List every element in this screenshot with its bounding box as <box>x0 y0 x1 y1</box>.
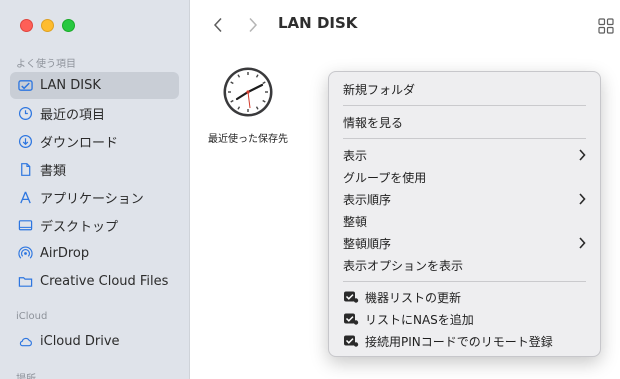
menu-item-label: 新規フォルダ <box>343 82 416 97</box>
menu-item-view[interactable]: 表示 <box>329 144 600 166</box>
clock-icon <box>222 66 274 118</box>
menu-item-clean-up-by[interactable]: 整頓順序 <box>329 232 600 254</box>
sidebar: よく使う項目 LAN DISK 最近の項目 ダウンロード 書類 アプリケーション <box>0 0 190 379</box>
sidebar-item-label: Creative Cloud Files <box>40 274 169 289</box>
sidebar-item-label: AirDrop <box>40 246 90 261</box>
nas-drive-icon <box>343 290 359 304</box>
sidebar-item-label: LAN DISK <box>40 78 101 93</box>
desktop-icon <box>17 218 33 234</box>
sidebar-item-recents[interactable]: 最近の項目 <box>10 100 179 127</box>
menu-item-label: 整頓 <box>343 214 368 229</box>
sidebar-item-label: ダウンロード <box>40 136 119 151</box>
document-icon <box>17 162 33 178</box>
sidebar-item-label: iCloud Drive <box>40 334 120 349</box>
minimize-window-button[interactable] <box>41 19 54 32</box>
chevron-right-icon <box>579 149 586 161</box>
menu-item-sort-by[interactable]: 表示順序 <box>329 188 600 210</box>
menu-item-label: リストにNASを追加 <box>365 312 474 327</box>
sidebar-item-airdrop[interactable]: AirDrop <box>10 240 179 267</box>
nas-drive-icon <box>17 78 33 94</box>
sidebar-item-downloads[interactable]: ダウンロード <box>10 128 179 155</box>
menu-item-clean-up[interactable]: 整頓 <box>329 210 600 232</box>
menu-separator <box>343 105 586 106</box>
chevron-left-icon <box>213 17 222 33</box>
sidebar-item-label: アプリケーション <box>40 192 144 207</box>
menu-separator <box>343 138 586 139</box>
menu-item-label: 表示順序 <box>343 192 392 207</box>
sidebar-item-lan-disk[interactable]: LAN DISK <box>10 72 179 99</box>
nas-drive-icon <box>343 334 359 348</box>
menu-item-label: 表示オプションを表示 <box>343 258 464 273</box>
menu-item-label: 表示 <box>343 148 368 163</box>
menu-item-label: グループを使用 <box>343 170 427 185</box>
menu-separator <box>343 281 586 282</box>
icloud-section-title: iCloud <box>16 311 48 322</box>
window-title: LAN DISK <box>278 14 358 32</box>
airdrop-icon <box>17 246 33 262</box>
back-button[interactable] <box>210 15 226 35</box>
sidebar-item-documents[interactable]: 書類 <box>10 156 179 183</box>
menu-item-label: 接続用PINコードでのリモート登録 <box>365 334 553 349</box>
folder-icon <box>17 274 33 290</box>
menu-item-label: 機器リストの更新 <box>365 290 462 305</box>
grid-icon <box>598 18 614 34</box>
download-icon <box>17 134 33 150</box>
sidebar-item-label: デスクトップ <box>40 220 119 235</box>
applications-icon <box>17 190 33 206</box>
zoom-window-button[interactable] <box>62 19 75 32</box>
menu-item-add-nas[interactable]: リストにNASを追加 <box>329 308 600 330</box>
sidebar-item-creative-cloud[interactable]: Creative Cloud Files <box>10 268 179 295</box>
cloud-icon <box>17 334 33 350</box>
chevron-right-icon <box>579 193 586 205</box>
forward-button[interactable] <box>245 15 261 35</box>
locations-section-title: 場所 <box>16 370 36 379</box>
sidebar-item-label: 最近の項目 <box>40 108 106 123</box>
menu-item-label: 情報を見る <box>343 115 404 130</box>
chevron-right-icon <box>579 237 586 249</box>
sidebar-item-icloud-drive[interactable]: iCloud Drive <box>10 328 179 355</box>
file-label: 最近使った保存先 <box>208 134 288 145</box>
close-window-button[interactable] <box>20 19 33 32</box>
menu-item-label: 整頓順序 <box>343 236 392 251</box>
file-item-recent-destinations[interactable]: 最近使った保存先 <box>200 66 296 145</box>
view-grid-button[interactable] <box>597 17 615 35</box>
sidebar-item-desktop[interactable]: デスクトップ <box>10 212 179 239</box>
sidebar-item-applications[interactable]: アプリケーション <box>10 184 179 211</box>
sidebar-item-label: 書類 <box>40 164 67 179</box>
menu-item-use-groups[interactable]: グループを使用 <box>329 166 600 188</box>
menu-item-new-folder[interactable]: 新規フォルダ <box>329 78 600 100</box>
nas-drive-icon <box>343 312 359 326</box>
chevron-right-icon <box>249 17 258 33</box>
window-controls <box>20 19 75 32</box>
favorites-section-title: よく使う項目 <box>16 59 76 70</box>
menu-item-get-info[interactable]: 情報を見る <box>329 111 600 133</box>
context-menu: 新規フォルダ 情報を見る 表示 グループを使用 表示順序 整頓 整頓順序 表示オ… <box>328 71 601 357</box>
menu-item-refresh-device-list[interactable]: 機器リストの更新 <box>329 286 600 308</box>
clock-icon <box>17 106 33 122</box>
menu-item-remote-register-pin[interactable]: 接続用PINコードでのリモート登録 <box>329 330 600 352</box>
menu-item-show-view-options[interactable]: 表示オプションを表示 <box>329 254 600 276</box>
